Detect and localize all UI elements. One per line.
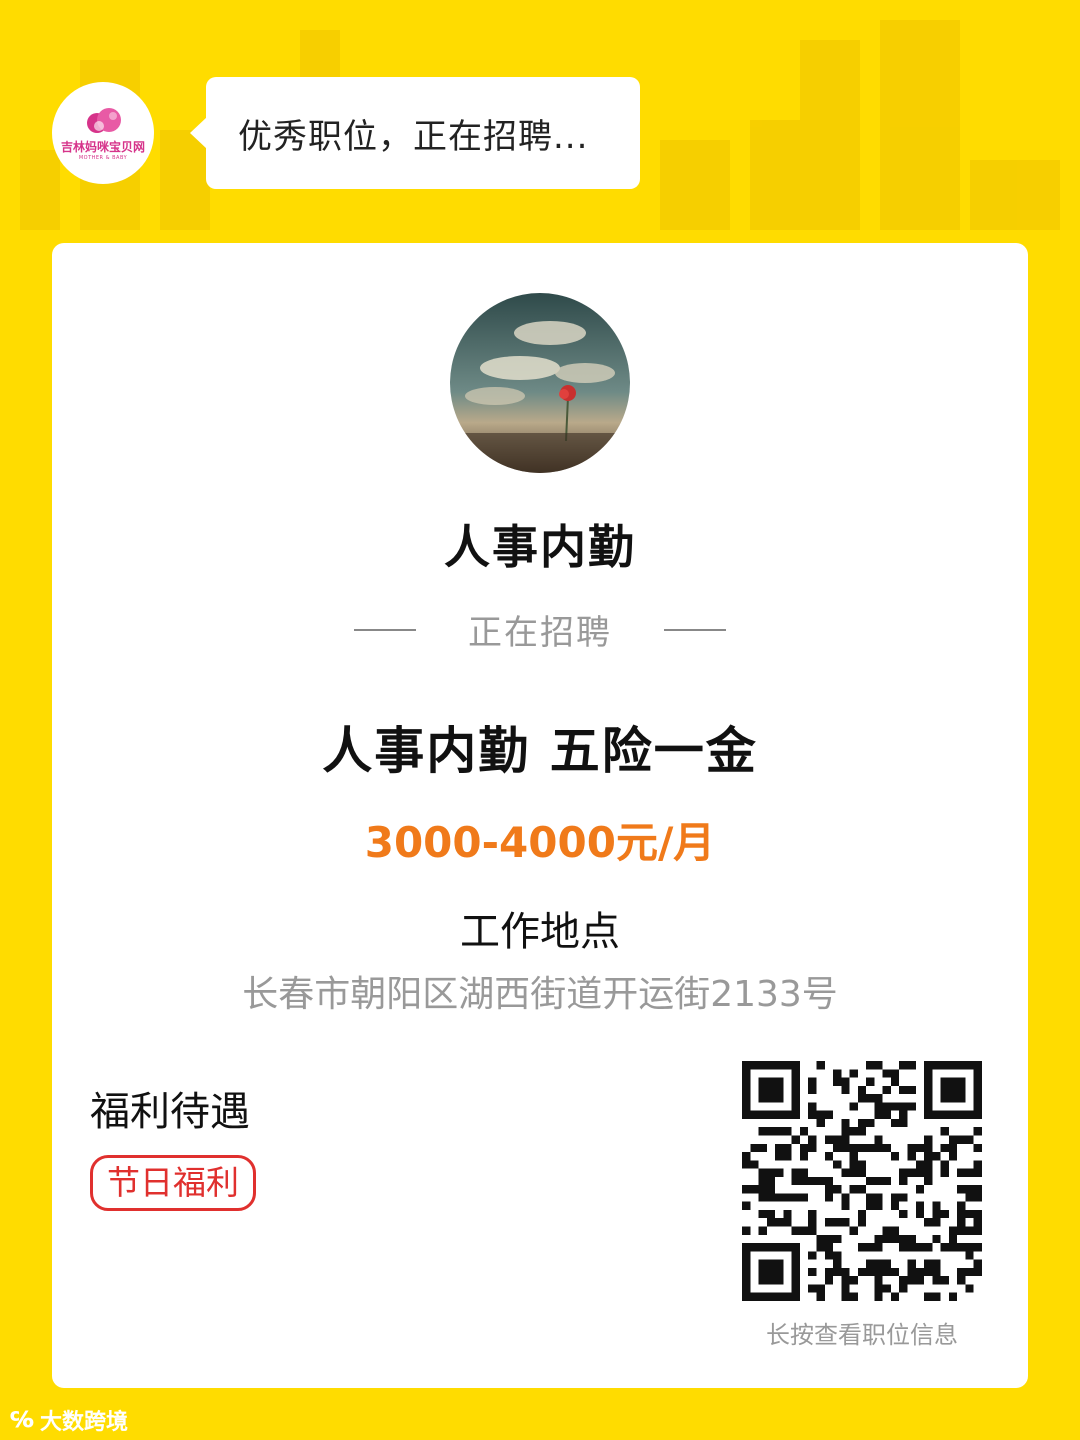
speech-bubble: 优秀职位，正在招聘... bbox=[190, 77, 640, 189]
watermark-text: 大数跨境 bbox=[40, 1410, 129, 1435]
recruiting-label: 正在招聘 bbox=[468, 613, 612, 653]
avatar bbox=[450, 293, 630, 473]
divider-left bbox=[354, 628, 416, 631]
job-title: 人事内勤 bbox=[444, 520, 636, 574]
qr-code[interactable] bbox=[742, 1061, 982, 1301]
bubble-text: 优秀职位，正在招聘... bbox=[238, 116, 589, 157]
job-card: 人事内勤 正在招聘 人事内勤 五险一金 3000-4000元/月 工作地点 长春… bbox=[52, 243, 1028, 1388]
logo-mark-icon bbox=[87, 107, 121, 133]
company-logo: 吉林妈咪宝贝网 MOTHER & BABY bbox=[52, 82, 154, 184]
watermark: ℅ 大数跨境 bbox=[10, 1404, 128, 1436]
logo-subtext: MOTHER & BABY bbox=[78, 154, 128, 161]
divider-right bbox=[664, 628, 726, 631]
job-headline: 人事内勤 五险一金 bbox=[322, 722, 758, 780]
100-logo-icon: ℅ bbox=[10, 1407, 35, 1433]
benefits-label: 福利待遇 bbox=[90, 1089, 250, 1135]
location-address: 长春市朝阳区湖西街道开运街2133号 bbox=[242, 974, 838, 1015]
recruiting-row: 正在招聘 bbox=[52, 605, 1028, 654]
bubble-tail bbox=[190, 117, 207, 149]
benefit-tag: 节日福利 bbox=[90, 1155, 256, 1211]
logo-text: 吉林妈咪宝贝网 bbox=[60, 139, 145, 154]
salary: 3000-4000元/月 bbox=[364, 818, 716, 867]
avatar-image bbox=[450, 293, 630, 473]
location-label: 工作地点 bbox=[460, 909, 620, 955]
qr-caption: 长按查看职位信息 bbox=[766, 1321, 958, 1349]
